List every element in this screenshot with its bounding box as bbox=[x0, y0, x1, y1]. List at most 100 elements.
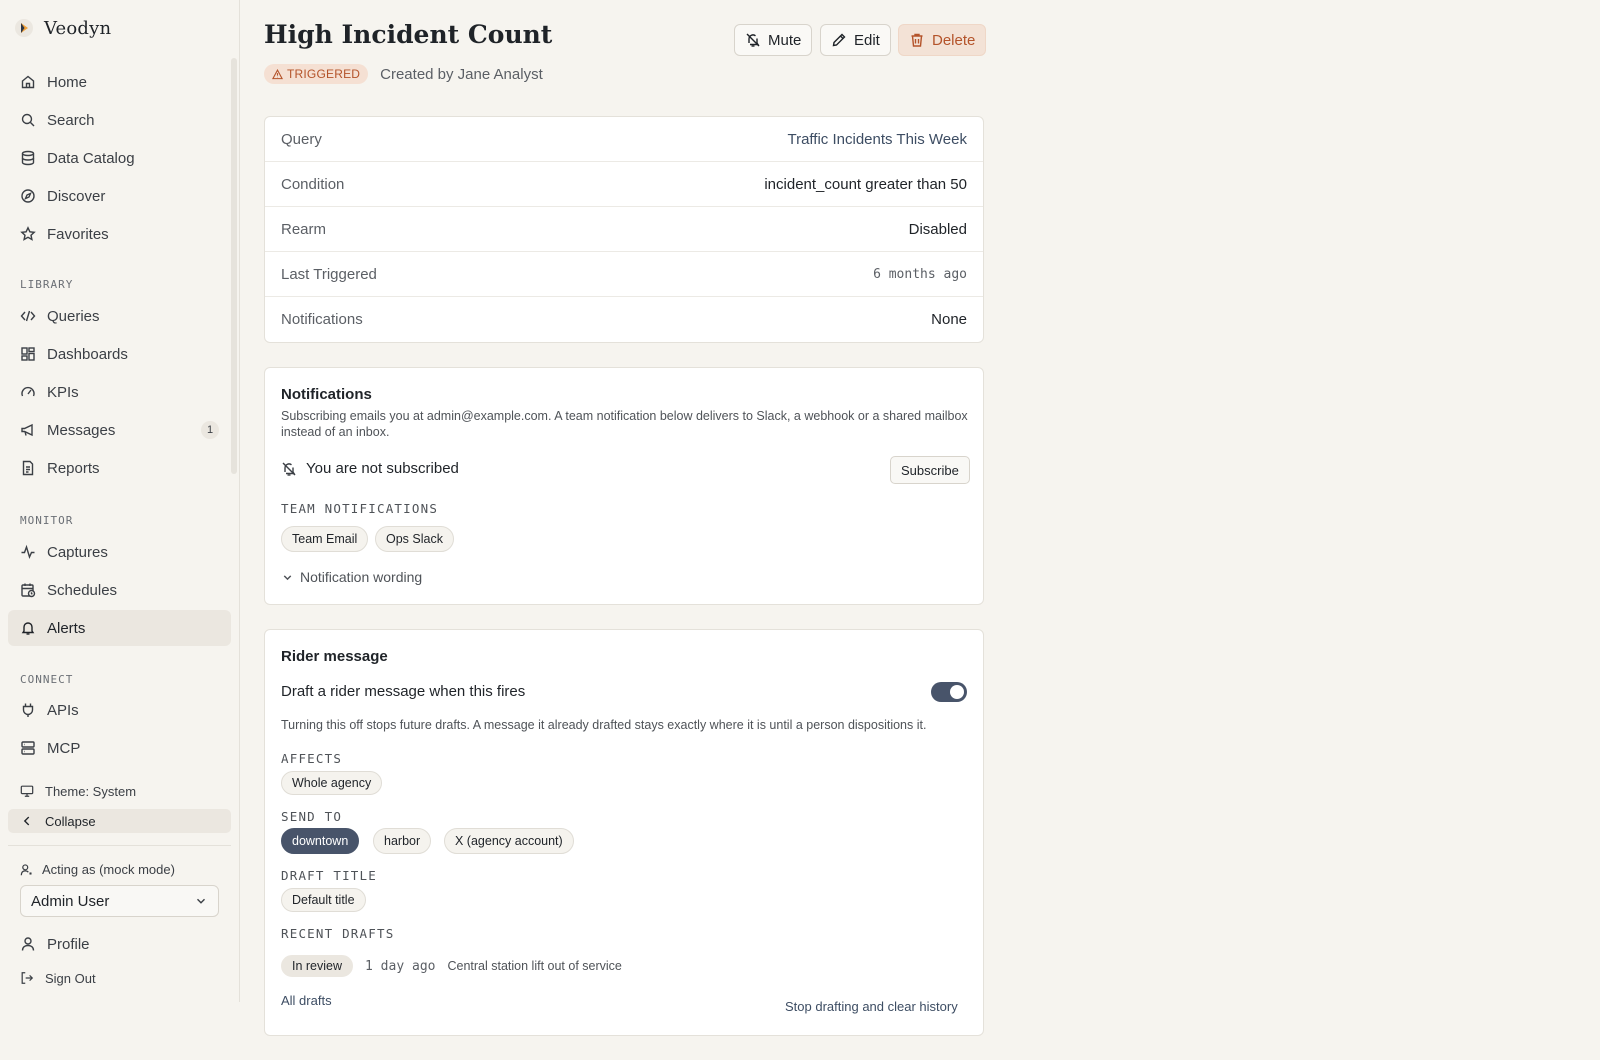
notification-wording-label: Notification wording bbox=[300, 569, 423, 585]
sidebar-item-search[interactable]: Search bbox=[8, 102, 231, 138]
edit-button[interactable]: Edit bbox=[820, 24, 891, 56]
sidebar-item-label: Captures bbox=[47, 543, 108, 561]
notification-wording-toggle[interactable]: Notification wording bbox=[281, 569, 422, 585]
recent-draft-row[interactable]: In review 1 day ago Central station lift… bbox=[281, 955, 622, 977]
sidebar-item-label: Home bbox=[47, 73, 88, 91]
dashboard-icon bbox=[21, 347, 35, 361]
bell-icon bbox=[21, 622, 35, 635]
sidebar-item-schedules[interactable]: Schedules bbox=[8, 572, 231, 608]
all-drafts-link[interactable]: All drafts bbox=[281, 993, 332, 1008]
prop-row-condition: Condition incident_count greater than 50 bbox=[265, 162, 983, 207]
code-icon bbox=[20, 310, 36, 322]
brand-logo-icon bbox=[15, 19, 33, 37]
sidebar-item-data-catalog[interactable]: Data Catalog bbox=[8, 140, 231, 176]
section-label-library: LIBRARY bbox=[20, 278, 74, 291]
notifications-card: Notifications Subscribing emails you at … bbox=[264, 367, 984, 605]
delete-label: Delete bbox=[932, 31, 976, 49]
prop-row-rearm: Rearm Disabled bbox=[265, 207, 983, 252]
sidebar-item-queries[interactable]: Queries bbox=[8, 298, 231, 334]
sidebar-item-label: Search bbox=[47, 111, 95, 129]
acting-user-select[interactable]: Admin User bbox=[20, 885, 219, 917]
prop-value: Disabled bbox=[908, 220, 967, 238]
notifications-title: Notifications bbox=[281, 386, 372, 403]
prop-key: Rearm bbox=[281, 220, 327, 238]
brand[interactable]: Veodyn bbox=[14, 14, 111, 42]
monitor-icon bbox=[20, 785, 34, 797]
acting-as-label: Acting as (mock mode) bbox=[20, 862, 175, 877]
draft-title-label: DRAFT TITLE bbox=[281, 868, 377, 883]
sidebar-item-favorites[interactable]: Favorites bbox=[8, 216, 231, 252]
warning-icon bbox=[272, 68, 283, 79]
sidebar-scrollbar[interactable] bbox=[231, 58, 237, 474]
mute-button[interactable]: Mute bbox=[734, 24, 813, 56]
send-to-chip-harbor[interactable]: harbor bbox=[373, 828, 432, 854]
edit-label: Edit bbox=[854, 31, 880, 49]
sidebar-item-alerts[interactable]: Alerts bbox=[8, 610, 231, 646]
sidebar-item-profile[interactable]: Profile bbox=[8, 926, 231, 962]
report-icon bbox=[22, 460, 34, 476]
sidebar-item-label: Profile bbox=[47, 935, 90, 953]
section-label-monitor: MONITOR bbox=[20, 514, 74, 527]
chevron-down-icon bbox=[283, 574, 292, 580]
sidebar-item-kpis[interactable]: KPIs bbox=[8, 374, 231, 410]
sidebar-item-reports[interactable]: Reports bbox=[8, 450, 231, 486]
draft-status-badge: In review bbox=[281, 955, 354, 977]
sidebar-item-mcp[interactable]: MCP bbox=[8, 730, 231, 766]
activity-icon bbox=[21, 544, 35, 560]
sidebar-item-messages[interactable]: Messages 1 bbox=[8, 412, 231, 448]
rider-message-card: Rider message Draft a rider message when… bbox=[264, 629, 984, 1036]
sidebar-item-label: Data Catalog bbox=[47, 149, 135, 167]
pencil-icon bbox=[832, 33, 846, 47]
sidebar-item-label: Queries bbox=[47, 307, 100, 325]
affects-chip[interactable]: Whole agency bbox=[281, 771, 383, 795]
stop-drafting-button[interactable]: Stop drafting and clear history bbox=[785, 999, 958, 1014]
subscribe-button[interactable]: Subscribe bbox=[890, 456, 970, 484]
calendar-clock-icon bbox=[21, 583, 36, 598]
notifications-description: Subscribing emails you at admin@example.… bbox=[281, 409, 968, 439]
search-icon bbox=[21, 113, 35, 127]
theme-toggle[interactable]: Theme: System bbox=[8, 779, 231, 803]
sign-out-button[interactable]: Sign Out bbox=[8, 966, 231, 990]
sidebar-item-captures[interactable]: Captures bbox=[8, 534, 231, 570]
prop-value: incident_count greater than 50 bbox=[764, 175, 967, 193]
sidebar-item-apis[interactable]: APIs bbox=[8, 692, 231, 728]
alert-status-row: TRIGGERED Created by Jane Analyst bbox=[264, 64, 543, 84]
server-icon bbox=[21, 741, 35, 755]
user-switch-icon bbox=[20, 863, 32, 875]
affects-label: AFFECTS bbox=[281, 751, 343, 766]
draft-text: Central station lift out of service bbox=[447, 959, 622, 973]
created-by: Created by Jane Analyst bbox=[380, 65, 543, 83]
sidebar-item-label: Discover bbox=[47, 187, 106, 205]
sidebar-item-discover[interactable]: Discover bbox=[8, 178, 231, 214]
sidebar-item-dashboards[interactable]: Dashboards bbox=[8, 336, 231, 372]
draft-title-chip[interactable]: Default title bbox=[281, 888, 366, 912]
collapse-button[interactable]: Collapse bbox=[8, 809, 231, 833]
chevron-down-icon bbox=[197, 898, 205, 904]
delete-button[interactable]: Delete bbox=[898, 24, 987, 56]
send-to-chip-x-account[interactable]: X (agency account) bbox=[444, 828, 574, 854]
subscription-status: You are not subscribed bbox=[281, 460, 459, 477]
prop-key: Notifications bbox=[281, 311, 363, 328]
sidebar-item-home[interactable]: Home bbox=[8, 64, 231, 100]
send-to-label: SEND TO bbox=[281, 809, 343, 824]
mute-label: Mute bbox=[768, 31, 802, 49]
section-label-connect: CONNECT bbox=[20, 673, 74, 686]
sidebar-item-label: Reports bbox=[47, 459, 100, 477]
rider-message-toggle[interactable] bbox=[931, 682, 967, 702]
prop-value: None bbox=[931, 311, 967, 328]
sidebar-item-label: Schedules bbox=[47, 581, 118, 599]
team-chip-email[interactable]: Team Email bbox=[281, 526, 369, 552]
page-title: High Incident Count bbox=[264, 20, 553, 49]
query-link[interactable]: Traffic Incidents This Week bbox=[787, 131, 967, 148]
prop-key: Condition bbox=[281, 175, 345, 193]
sidebar-item-label: Dashboards bbox=[47, 345, 128, 363]
rider-message-title: Rider message bbox=[281, 648, 388, 665]
team-chip-slack[interactable]: Ops Slack bbox=[375, 526, 454, 552]
team-notifications-label: TEAM NOTIFICATIONS bbox=[281, 501, 439, 516]
sidebar-item-label: Messages bbox=[47, 421, 116, 439]
bell-off-icon bbox=[746, 33, 760, 47]
prop-row-last-triggered: Last Triggered 6 months ago bbox=[265, 252, 983, 297]
sidebar-item-label: Alerts bbox=[47, 619, 86, 637]
sidebar-item-label: APIs bbox=[47, 701, 79, 719]
send-to-chip-downtown[interactable]: downtown bbox=[281, 828, 360, 854]
